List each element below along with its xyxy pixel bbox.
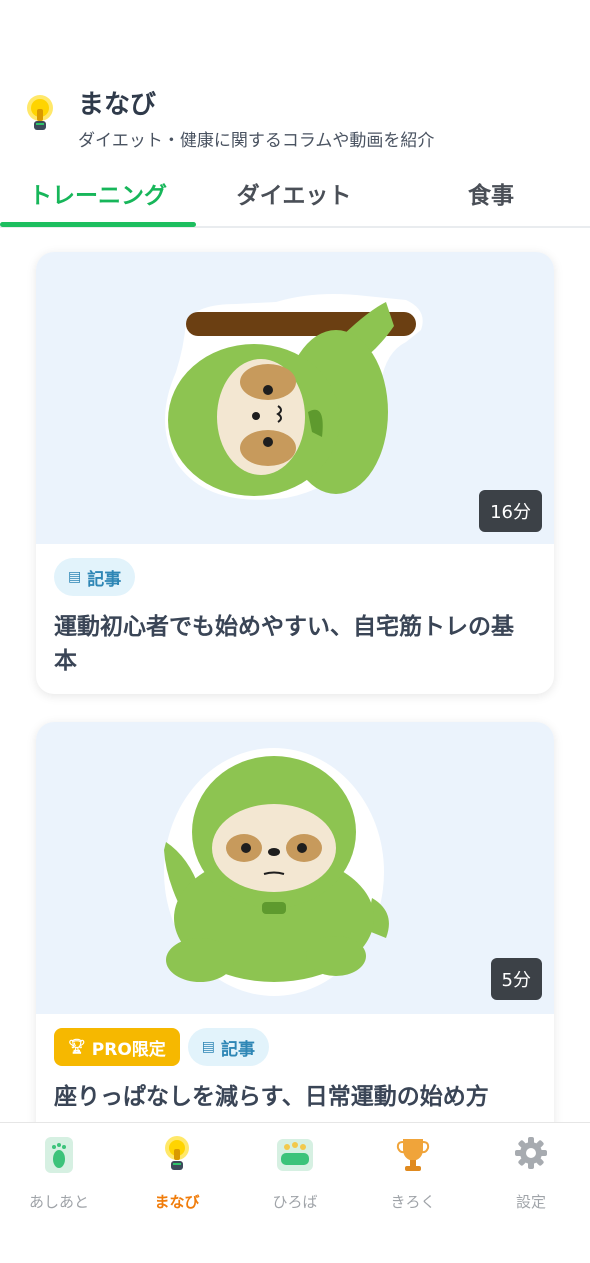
nav-label: ひろば <box>272 1193 318 1211</box>
nav-label: 設定 <box>515 1193 546 1211</box>
article-type-badge: ▤ 記事 <box>187 1028 270 1066</box>
article-title: 運動初心者でも始めやすい、自宅筋トレの基本 <box>54 614 514 674</box>
page-header: まなび ダイエット・健康に関するコラムや動画を紹介 <box>0 0 590 160</box>
badge-row: 🏆︎ PRO限定 ▤ 記事 <box>54 1028 270 1066</box>
badge-label: 記事 <box>87 569 122 590</box>
badge-row: ▤ 記事 <box>54 558 136 596</box>
article-thumbnail: 16分 <box>36 252 554 544</box>
nav-item-settings[interactable]: 設定 <box>472 1133 590 1213</box>
nav-label: きろく <box>390 1193 436 1211</box>
tab-training[interactable]: トレーニング <box>0 160 196 226</box>
article-thumbnail: 5分 <box>36 722 554 1014</box>
sloth-hanging-illustration <box>165 294 423 500</box>
active-tab-indicator <box>0 222 196 227</box>
lightbulb-icon <box>27 95 53 130</box>
trophy-icon <box>396 1139 430 1171</box>
article-title: 座りっぱなしを減らす、日常運動の始め方 <box>54 1084 489 1110</box>
tab-meal[interactable]: 食事 <box>392 160 590 226</box>
nav-item-hiroba[interactable]: ひろば <box>236 1133 354 1213</box>
nav-item-ashiato[interactable]: あしあと <box>0 1133 118 1213</box>
category-tabs: トレーニング ダイエット 食事 <box>0 160 590 228</box>
article-card[interactable]: 16分 ▤ 記事 運動初心者でも始めやすい、自宅筋トレの基本 <box>36 252 554 694</box>
article-card[interactable]: 5分 🏆︎ PRO限定 ▤ 記事 座りっぱなしを減らす、日常運動の始め方 <box>36 722 554 1142</box>
badge-label: PRO限定 <box>91 1039 166 1060</box>
duration-badge: 5分 <box>490 958 542 1000</box>
badge-label: 記事 <box>221 1039 256 1060</box>
pro-badge: 🏆︎ PRO限定 <box>54 1028 180 1066</box>
document-icon: ▤ <box>68 569 82 585</box>
bottom-navigation: あしあと まなび ひろば きろく 設定 <box>0 1122 590 1263</box>
page-subtitle: ダイエット・健康に関するコラムや動画を紹介 <box>78 131 435 151</box>
footprint-icon <box>45 1137 73 1173</box>
document-icon: ▤ <box>201 1039 216 1055</box>
duration-badge: 16分 <box>479 490 542 532</box>
sloth-sitting-illustration <box>164 748 389 996</box>
lightbulb-icon <box>165 1136 189 1170</box>
article-type-badge: ▤ 記事 <box>54 558 136 596</box>
tab-diet[interactable]: ダイエット <box>196 160 392 226</box>
plaza-icon <box>277 1139 313 1171</box>
nav-label: まなび <box>154 1193 200 1211</box>
trophy-icon: 🏆︎ <box>68 1039 86 1055</box>
page-title: まなび <box>78 90 157 120</box>
nav-label: あしあと <box>28 1193 89 1211</box>
nav-item-manabi[interactable]: まなび <box>118 1133 236 1213</box>
nav-item-kiroku[interactable]: きろく <box>354 1133 472 1213</box>
gear-icon <box>515 1137 547 1169</box>
